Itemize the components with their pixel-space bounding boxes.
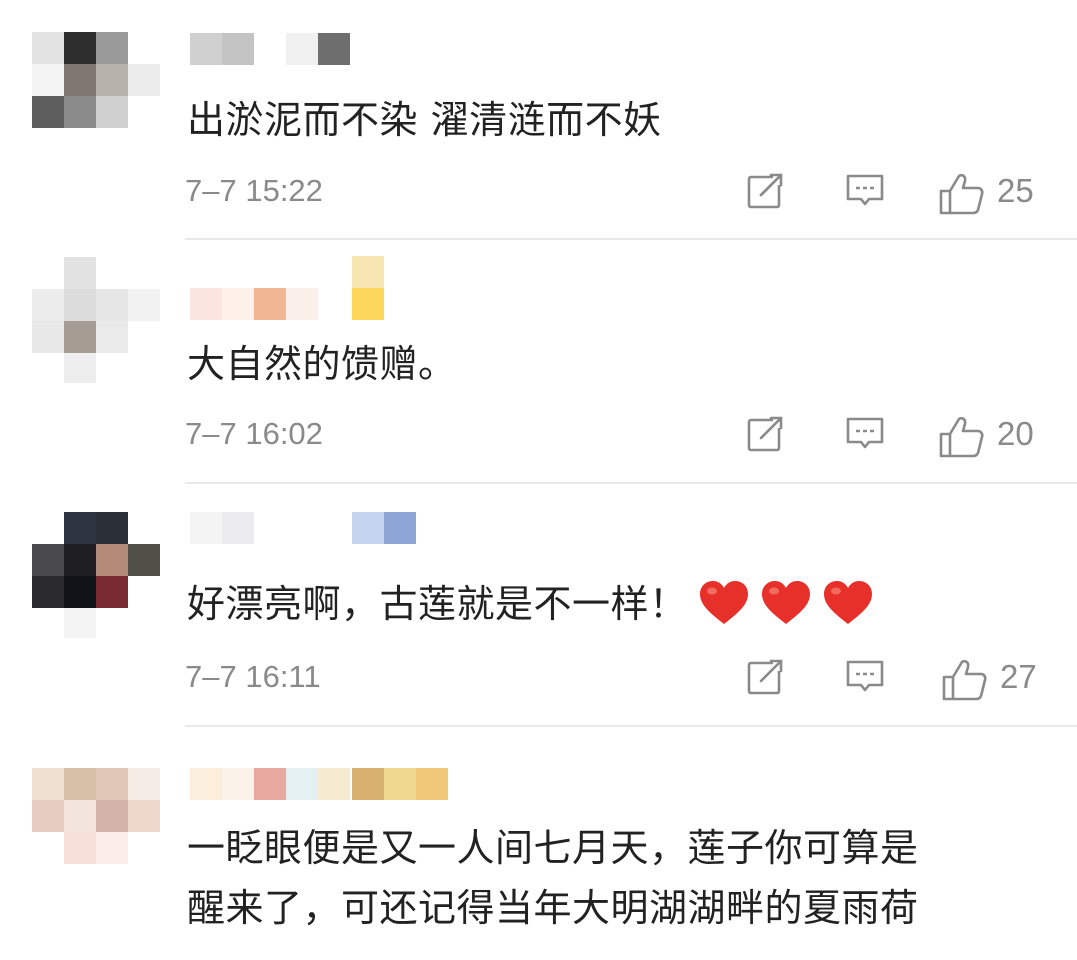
thumbs-up-icon bbox=[939, 416, 984, 458]
share-icon[interactable] bbox=[747, 416, 787, 452]
user-avatar[interactable] bbox=[32, 512, 160, 638]
like-button[interactable]: 25 bbox=[939, 171, 1049, 215]
thumbs-up-icon bbox=[942, 659, 987, 701]
heart-icon bbox=[760, 580, 812, 626]
comment-text-line1: 一眨眼便是又一人间七月天，莲子你可算是 bbox=[187, 826, 919, 870]
heart-icon bbox=[822, 580, 874, 626]
comment-text: 大自然的馈赠。 bbox=[187, 342, 457, 386]
thumbs-up-icon bbox=[939, 173, 984, 215]
like-button[interactable]: 27 bbox=[942, 657, 1052, 701]
comment-icon[interactable] bbox=[845, 173, 885, 209]
comment-time: 7–7 15:22 bbox=[185, 173, 323, 208]
comment-time: 7–7 16:02 bbox=[185, 416, 323, 451]
comment-text-line2: 醒来了，可还记得当年大明湖湖畔的夏雨荷 bbox=[187, 886, 919, 930]
user-avatar[interactable] bbox=[32, 768, 160, 864]
user-avatar[interactable] bbox=[32, 257, 160, 383]
comment-time: 7–7 16:11 bbox=[185, 659, 321, 694]
user-avatar[interactable] bbox=[32, 32, 160, 128]
comment-icon[interactable] bbox=[845, 659, 885, 695]
divider bbox=[185, 238, 1077, 240]
comment-meta: 7–7 16:02 20 bbox=[185, 414, 1045, 458]
comment-meta: 7–7 15:22 25 bbox=[185, 171, 1045, 215]
comment-text-content: 好漂亮啊，古莲就是不一样！ bbox=[187, 582, 688, 626]
like-count: 27 bbox=[1000, 658, 1037, 695]
like-button[interactable]: 20 bbox=[939, 414, 1049, 458]
like-count: 25 bbox=[997, 172, 1034, 209]
divider bbox=[185, 725, 1077, 727]
heart-icon bbox=[698, 580, 750, 626]
comment-text: 出淤泥而不染 濯清涟而不妖 bbox=[187, 98, 662, 142]
divider bbox=[185, 482, 1077, 484]
comment-icon[interactable] bbox=[845, 416, 885, 452]
comment-meta: 7–7 16:11 27 bbox=[185, 657, 1045, 701]
share-icon[interactable] bbox=[747, 659, 787, 695]
like-count: 20 bbox=[997, 415, 1034, 452]
comment-text: 好漂亮啊，古莲就是不一样！ bbox=[187, 574, 874, 634]
share-icon[interactable] bbox=[747, 173, 787, 209]
